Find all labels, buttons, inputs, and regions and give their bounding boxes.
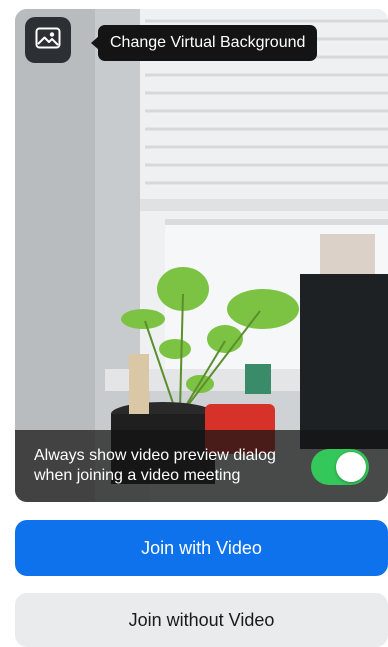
camera-feed [15, 9, 388, 502]
image-icon [35, 27, 61, 54]
always-show-preview-line2: when joining a video meeting [34, 467, 241, 484]
virtual-background-button[interactable] [25, 17, 71, 63]
always-show-preview-line1: Always show video preview dialog [34, 447, 276, 464]
virtual-background-tooltip: Change Virtual Background [91, 25, 318, 61]
toggle-knob [336, 452, 366, 482]
preview-setting-bar: Always show video preview dialog when jo… [15, 430, 388, 502]
always-show-preview-toggle[interactable] [311, 449, 369, 485]
tooltip-arrow [91, 36, 99, 50]
join-with-video-button[interactable]: Join with Video [15, 520, 388, 576]
join-without-video-button[interactable]: Join without Video [15, 593, 388, 647]
always-show-preview-label: Always show video preview dialog when jo… [34, 446, 314, 486]
video-preview: Change Virtual Background Always show vi… [15, 9, 388, 502]
tooltip-label: Change Virtual Background [110, 34, 306, 51]
